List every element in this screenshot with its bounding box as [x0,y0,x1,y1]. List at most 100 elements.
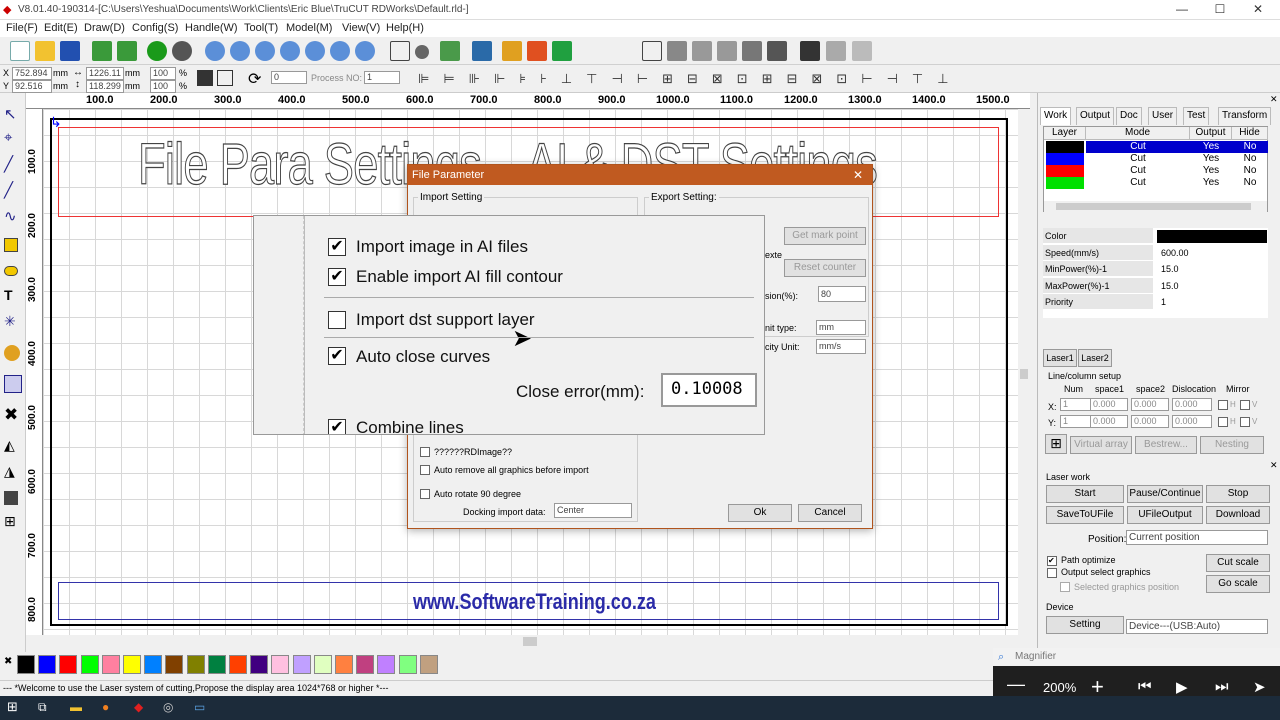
grid-icon[interactable] [4,375,22,393]
horizontal-scrollbar[interactable] [43,635,1018,648]
array-tool-icon[interactable]: ⊞ [4,513,22,531]
color-swatch[interactable] [38,655,57,674]
menu-edit[interactable]: Edit(E) [44,22,78,34]
width-input[interactable]: 1226.11 [86,67,124,80]
app-taskbar-icon[interactable]: ▭ [194,700,205,714]
layer-output[interactable]: Yes [1190,177,1232,189]
path-icon[interactable] [440,41,460,61]
layer-hscroll[interactable] [1044,201,1267,212]
canvas-website-text[interactable]: www.SoftwareTraining.co.za [413,589,656,615]
selected-pos-checkbox[interactable] [1060,582,1070,592]
auto-close-curves-checkbox[interactable]: ✔ [328,347,346,365]
previous-icon[interactable]: ⏮ [1138,678,1152,695]
menu-handle[interactable]: Handle(W) [185,22,238,34]
firefox-icon[interactable]: ● [102,700,109,714]
magnifier-zoom-out-button[interactable]: — [1007,674,1025,695]
mirror-y-h-checkbox[interactable] [1218,417,1228,427]
zoom-page-icon[interactable] [280,41,300,61]
ok-button[interactable]: Ok [728,504,792,522]
menu-file[interactable]: File(F) [6,22,38,34]
position-select[interactable]: Current position [1126,530,1268,545]
close-panel-icon[interactable]: ✕ [1270,94,1278,105]
nesting-button[interactable]: Nesting [1200,436,1264,454]
group-icon[interactable] [527,41,547,61]
color-swatch[interactable] [17,655,35,674]
monitor-icon[interactable] [472,41,492,61]
menu-draw[interactable]: Draw(D) [84,22,125,34]
maximize-button[interactable]: ☐ [1205,2,1235,18]
image-icon[interactable] [4,345,20,361]
menu-view[interactable]: View(V) [342,22,380,34]
color-swatch[interactable] [101,655,120,674]
redo-icon[interactable] [172,41,192,61]
tool-icon[interactable] [767,41,787,61]
color-swatch[interactable] [186,655,205,674]
layer-output[interactable]: Yes [1190,153,1232,165]
angle-input[interactable]: 0 [271,71,307,84]
tab-transform[interactable]: Transform [1218,107,1272,125]
color-swatch[interactable] [229,655,247,674]
rectangle-icon[interactable] [4,238,18,252]
laser-icon[interactable] [800,41,820,61]
auto-rotate-checkbox[interactable] [420,489,430,499]
lc-y-dislocation[interactable]: 0.000 [1172,415,1212,428]
pause-continue-button[interactable]: Pause/Continue [1127,485,1203,503]
lc-x-space2[interactable]: 0.000 [1131,398,1169,411]
close-laser-panel-icon[interactable]: ✕ [1270,460,1278,471]
layer-hide[interactable]: No [1232,177,1268,189]
mirror-icon[interactable] [217,70,233,86]
color-swatch[interactable] [80,655,99,674]
open-folder-icon[interactable] [35,41,55,61]
align-icon[interactable] [502,41,522,61]
layer-hide[interactable]: No [1232,153,1268,165]
color-swatch[interactable] [419,655,438,674]
zoom-all-icon[interactable] [355,41,375,61]
rotate-icon[interactable]: ⟳ [248,69,261,89]
velocity-unit-select[interactable]: mm/s [816,339,866,354]
curve-tool-icon[interactable]: ∿ [4,207,22,225]
color-swatch[interactable] [250,655,269,674]
virtual-array-button[interactable]: Virtual array [1070,436,1132,454]
dot-icon[interactable] [415,45,429,59]
lock-icon[interactable] [197,70,213,86]
mirror-x-h-checkbox[interactable] [1218,400,1228,410]
path-optimize-checkbox[interactable]: ✔ [1047,556,1057,566]
color-swatch[interactable] [59,655,78,674]
color-swatch[interactable] [313,655,332,674]
space-icon[interactable] [717,41,737,61]
x-coord-input[interactable]: 752.894 [12,67,52,80]
property-value[interactable] [1157,230,1267,243]
setting-button[interactable]: Setting [1046,616,1124,634]
save-to-ufile-button[interactable]: SaveToUFile [1046,506,1124,524]
layer-mode[interactable]: Cut [1086,177,1190,189]
color-swatch[interactable] [356,655,375,674]
auto-remove-checkbox[interactable] [420,465,430,475]
node-edit-icon[interactable]: ⌖ [4,129,22,147]
line-icon[interactable]: ╱ [4,155,22,173]
save-icon[interactable] [60,41,80,61]
y-coord-input[interactable]: 92.516 [12,80,52,93]
unit-type-select[interactable]: mm [816,320,866,335]
rdimage-checkbox[interactable] [420,447,430,457]
file-explorer-icon[interactable]: ▬ [70,700,82,714]
tab-user[interactable]: User [1148,107,1178,125]
color-swatch[interactable] [207,655,226,674]
property-value[interactable]: 15.0 [1157,278,1267,294]
delete-icon[interactable]: ✖ [4,405,22,424]
enable-ai-fill-checkbox[interactable]: ✔ [328,268,346,286]
layer-output[interactable]: Yes [1190,141,1232,153]
tab-laser2[interactable]: Laser2 [1078,349,1112,367]
lc-x-space1[interactable]: 0.000 [1090,398,1128,411]
zoom-in-icon[interactable] [205,41,225,61]
dialog-close-icon[interactable]: ✕ [853,168,863,182]
precision-input[interactable]: 80 [818,286,866,302]
menu-model[interactable]: Model(M) [286,22,332,34]
export-icon[interactable] [117,41,137,61]
ufile-output-button[interactable]: UFileOutput [1127,506,1203,524]
import-icon[interactable] [92,41,112,61]
tab-test[interactable]: Test [1183,107,1210,125]
ellipse-icon[interactable] [4,266,18,276]
go-scale-button[interactable]: Go scale [1206,575,1270,593]
zoom-out-icon[interactable] [255,41,275,61]
text-icon[interactable]: T [4,287,22,305]
